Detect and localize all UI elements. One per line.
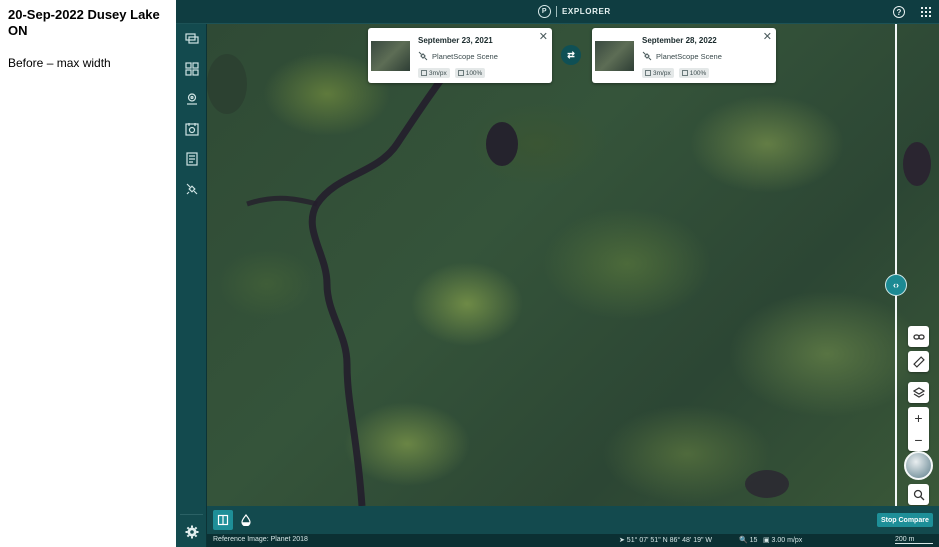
satellite-icon [418, 51, 428, 61]
scenes-layers-button[interactable] [183, 30, 200, 47]
scene-card-before[interactable]: September 23, 2021 PlanetScope Scene 3m/… [368, 28, 552, 83]
zoom-out-button[interactable]: − [908, 429, 929, 451]
close-icon[interactable]: ✕ [539, 30, 548, 43]
scene-chips: 3m/px 100% [642, 68, 710, 78]
scene-type-label: PlanetScope Scene [432, 51, 498, 61]
toolbar-divider [180, 514, 203, 515]
timelapse-button[interactable] [183, 120, 200, 137]
share-link-button[interactable] [908, 326, 929, 347]
close-icon[interactable]: ✕ [763, 30, 772, 43]
compare-divider-line[interactable] [895, 24, 897, 506]
planet-logo-icon: P [538, 5, 551, 18]
app-name: EXPLORER [562, 7, 611, 16]
grid-icon [184, 61, 199, 76]
magnifier-icon [913, 489, 924, 500]
scene-type: PlanetScope Scene [418, 51, 498, 61]
scene-type: PlanetScope Scene [642, 51, 722, 61]
scene-date: September 28, 2022 [642, 36, 717, 45]
scene-date: September 23, 2021 [418, 36, 493, 45]
resolution-chip: 3m/px [642, 68, 674, 78]
settings-button[interactable] [183, 523, 200, 540]
document-icon [185, 151, 198, 166]
calendar-clock-icon [184, 122, 199, 136]
zoom-level: 🔍 15 [739, 537, 758, 544]
stop-compare-button[interactable]: Stop Compare [877, 513, 933, 527]
layers-stack-icon [184, 32, 199, 44]
map-pin-icon [186, 92, 197, 105]
swap-scenes-button[interactable]: ⇄ [561, 45, 581, 65]
scene-card-after[interactable]: September 28, 2022 PlanetScope Scene 3m/… [592, 28, 776, 83]
note-panel: 20-Sep-2022 Dusey Lake ON Before – max w… [0, 0, 176, 547]
brand[interactable]: P EXPLORER [538, 5, 611, 18]
map-view[interactable] [207, 24, 939, 506]
scene-thumbnail [595, 41, 634, 71]
brand-divider [556, 6, 557, 17]
reference-image-label: Reference Image: Planet 2018 [213, 536, 308, 543]
left-toolbar [176, 24, 207, 547]
reports-button[interactable] [183, 150, 200, 167]
coverage-icon [681, 70, 688, 76]
places-button[interactable] [183, 90, 200, 107]
zoom-controls: + − [908, 407, 929, 451]
basemap-layers-button[interactable] [908, 382, 929, 403]
resolution-chip: 3m/px [418, 68, 450, 78]
status-bar: Reference Image: Planet 2018 ➤ 51° 07' 5… [207, 534, 939, 547]
satellite-icon [642, 51, 652, 61]
split-view-icon [217, 514, 229, 526]
layers-icon [912, 386, 925, 398]
apps-grid-icon[interactable] [921, 7, 931, 17]
cursor-coordinates: ➤ 51° 07' 51" N 86° 48' 19" W [619, 537, 713, 544]
scene-thumbnail [371, 41, 410, 71]
note-title: 20-Sep-2022 Dusey Lake ON [8, 7, 160, 38]
coverage-chip: 100% [454, 68, 486, 78]
bottom-toolbar: Stop Compare [207, 506, 939, 534]
ruler-icon [912, 355, 925, 368]
note-subtitle: Before – max width [8, 56, 111, 70]
explorer-app: P EXPLORER ? September 23, 2021 PlanetSc… [176, 0, 939, 547]
top-bar: P EXPLORER ? [176, 0, 939, 24]
zoom-in-button[interactable]: + [908, 407, 929, 429]
mosaics-button[interactable] [183, 60, 200, 77]
visualization-button[interactable] [236, 510, 256, 530]
help-icon[interactable]: ? [893, 6, 905, 18]
map-resolution: ▣ 3.00 m/px [763, 537, 803, 544]
measure-button[interactable] [908, 351, 929, 372]
scene-chips: 3m/px 100% [418, 68, 486, 78]
link-icon [912, 333, 925, 340]
analysis-button[interactable] [183, 180, 200, 197]
scene-type-label: PlanetScope Scene [656, 51, 722, 61]
satellite-icon [186, 183, 197, 194]
globe-view-button[interactable] [904, 451, 933, 480]
coverage-chip: 100% [678, 68, 710, 78]
compare-slider-handle[interactable]: ‹› [885, 274, 907, 296]
coverage-icon [457, 70, 464, 76]
droplet-icon [241, 514, 251, 526]
resolution-icon [645, 70, 651, 76]
zoom-to-button[interactable] [908, 484, 929, 505]
resolution-icon [421, 70, 427, 76]
river-overlay [207, 41, 931, 506]
compare-mode-button[interactable] [213, 510, 233, 530]
gear-icon [185, 525, 198, 538]
scale-bar: 200 m [895, 536, 933, 544]
